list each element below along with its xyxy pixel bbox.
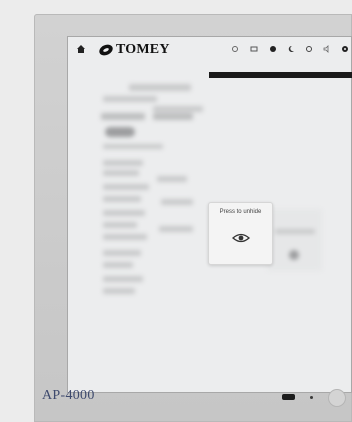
blurred-text (103, 210, 145, 216)
blurred-text (157, 176, 187, 182)
blurred-text (103, 250, 141, 256)
blurred-text (103, 276, 143, 282)
blurred-text (101, 113, 145, 120)
brightness-icon[interactable] (230, 44, 240, 54)
eye-icon (232, 233, 250, 243)
volume-icon[interactable] (322, 44, 332, 54)
touch-screen: TOMEY Press to unhide (67, 36, 352, 393)
blurred-text (103, 144, 163, 149)
blurred-text (275, 229, 315, 234)
top-bar: TOMEY (67, 36, 352, 64)
blurred-text (103, 96, 157, 102)
blurred-text (103, 160, 143, 166)
blurred-text (161, 199, 193, 205)
status-led (310, 396, 313, 399)
settings-icon[interactable] (304, 44, 314, 54)
blurred-text (153, 106, 203, 112)
blurred-text (103, 234, 147, 240)
blurred-text (103, 170, 139, 176)
blurred-text (153, 113, 193, 120)
tomey-logo-icon (99, 44, 113, 56)
power-button[interactable] (328, 389, 346, 407)
display-icon[interactable] (249, 44, 259, 54)
blurred-icon (289, 250, 299, 260)
night-mode-icon[interactable] (286, 44, 296, 54)
blurred-text (129, 84, 191, 91)
usb-port (282, 394, 295, 400)
blurred-text (103, 222, 137, 228)
help-icon[interactable] (268, 44, 278, 54)
blurred-panel (267, 209, 322, 271)
blurred-text (159, 226, 193, 232)
unhide-label: Press to unhide (219, 209, 262, 215)
brand-logo: TOMEY (98, 41, 170, 59)
unhide-button[interactable]: Press to unhide (208, 202, 273, 265)
blurred-text (103, 288, 135, 294)
blurred-text (103, 196, 141, 202)
gear-icon[interactable] (340, 44, 350, 54)
header-bar (209, 72, 352, 78)
model-label: AP-4000 (42, 388, 95, 403)
blurred-text (103, 262, 133, 268)
brand-name: TOMEY (116, 42, 170, 57)
home-icon[interactable] (76, 44, 86, 54)
blurred-button (105, 127, 135, 137)
blurred-text (103, 184, 149, 190)
device-bezel: TOMEY Press to unhide (34, 14, 352, 422)
